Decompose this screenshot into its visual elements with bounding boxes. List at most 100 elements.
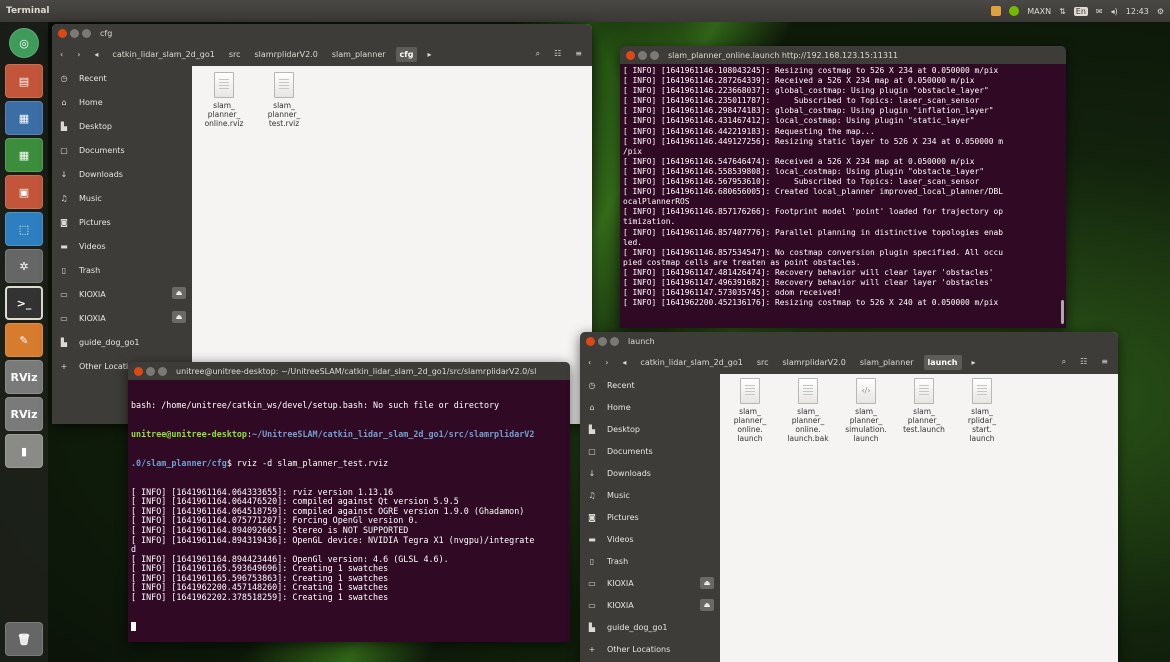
eject-icon[interactable]: ⏏ (172, 287, 186, 299)
keyboard-layout[interactable]: En (1073, 6, 1088, 16)
crumb-current[interactable]: cfg (395, 46, 418, 62)
sidebar-item-kioxia-2[interactable]: ▭ KIOXIA ⏏ (580, 594, 720, 616)
eject-icon[interactable]: ⏏ (700, 577, 714, 589)
file-item[interactable]: ‹/› slam_ planner_ simulation. launch (842, 378, 890, 443)
clock[interactable]: 12:43 (1126, 7, 1149, 16)
file-item[interactable]: slam_ planner_ test.launch (900, 378, 948, 443)
crumb[interactable]: src (225, 47, 245, 62)
sidebar-item-documents[interactable]: ▢ Documents (580, 440, 720, 462)
sidebar-item-music[interactable]: ♫ Music (580, 484, 720, 506)
mail-icon[interactable]: ✉ (1096, 7, 1103, 16)
back-arrow-icon[interactable]: ‹ (584, 358, 595, 367)
sidebar-item-videos[interactable]: ▬ Videos (52, 234, 192, 258)
view-options-icon[interactable]: ☷ (1080, 357, 1087, 367)
text-editor-icon[interactable]: ✎ (5, 323, 43, 357)
eject-icon[interactable]: ⏏ (172, 311, 186, 323)
minimize-button[interactable] (598, 336, 607, 346)
terminal-output[interactable]: bash: /home/unitree/catkin_ws/devel/setu… (128, 380, 570, 642)
maximize-button[interactable] (650, 50, 659, 60)
crumb-current[interactable]: launch (923, 354, 962, 370)
sidebar-item-guide-dog[interactable]: ▙ guide_dog_go1 (52, 330, 192, 354)
titlebar[interactable]: slam_planner_online.launch http://192.16… (620, 46, 1066, 64)
crumb[interactable]: slamrplidarV2.0 (251, 47, 322, 62)
impress-icon[interactable]: ▣ (5, 175, 43, 209)
close-button[interactable] (58, 28, 67, 38)
maximize-button[interactable] (82, 28, 91, 38)
file-item[interactable]: slam_ planner_ online.rviz (200, 72, 248, 128)
usb-drive-icon[interactable]: ▮ (5, 434, 43, 468)
terminal-icon[interactable]: >_ (5, 286, 43, 320)
sidebar-item-music[interactable]: ♫ Music (52, 186, 192, 210)
sidebar-item-trash[interactable]: ▯ Trash (580, 550, 720, 572)
file-item[interactable]: slam_ planner_ online. launch.bak (784, 378, 832, 443)
dash-icon[interactable]: ◎ (9, 28, 39, 58)
sidebar-item-videos[interactable]: ▬ Videos (580, 528, 720, 550)
sidebar-item-desktop[interactable]: ▙ Desktop (580, 418, 720, 440)
sidebar-item-recent[interactable]: ◷ Recent (580, 374, 720, 396)
titlebar[interactable]: cfg (52, 24, 592, 42)
sidebar-item-kioxia[interactable]: ▭ KIOXIA ⏏ (52, 282, 192, 306)
crumb[interactable]: slamrplidarV2.0 (779, 355, 850, 370)
system-settings-icon[interactable]: ✲ (5, 249, 43, 283)
settings-gear-icon[interactable]: ⚙ (1157, 7, 1164, 16)
rviz-icon[interactable]: RViz (5, 360, 43, 394)
sidebar-item-recent[interactable]: ◷ Recent (52, 66, 192, 90)
back-arrow-icon[interactable]: ‹ (56, 50, 67, 59)
software-center-icon[interactable]: ⬚ (5, 212, 43, 246)
calc-icon[interactable]: ▦ (5, 138, 43, 172)
close-button[interactable] (134, 366, 143, 376)
sidebar-item-downloads[interactable]: ↓ Downloads (52, 162, 192, 186)
crumb[interactable]: slam_planner (328, 47, 390, 62)
sidebar-item-pictures[interactable]: ◙ Pictures (52, 210, 192, 234)
network-icon[interactable]: ⇅ (1059, 7, 1066, 16)
file-item[interactable]: slam_ planner_ test.rviz (260, 72, 308, 128)
search-icon[interactable]: ⌕ (536, 49, 540, 59)
close-button[interactable] (586, 336, 595, 346)
minimize-button[interactable] (70, 28, 79, 38)
trash-icon[interactable]: 🗑 (5, 622, 43, 656)
crumb[interactable]: slam_planner (856, 355, 918, 370)
rviz-icon-2[interactable]: RViz (5, 397, 43, 431)
sidebar-item-trash[interactable]: ▯ Trash (52, 258, 192, 282)
path-right-arrow-icon[interactable]: ▸ (968, 358, 980, 367)
files-icon[interactable]: ▤ (5, 64, 43, 98)
titlebar[interactable]: unitree@unitree-desktop: ~/UnitreeSLAM/c… (128, 362, 570, 380)
view-options-icon[interactable]: ☷ (554, 49, 561, 59)
sidebar-item-home[interactable]: ⌂ Home (52, 90, 192, 114)
scrollbar[interactable] (1061, 300, 1064, 324)
path-right-arrow-icon[interactable]: ▸ (423, 50, 435, 59)
volume-icon[interactable]: ◂) (1111, 7, 1118, 16)
crumb[interactable]: src (753, 355, 773, 370)
file-item[interactable]: slam_ rplidar_ start. launch (958, 378, 1006, 443)
sidebar-item-guide-dog[interactable]: ▙ guide_dog_go1 (580, 616, 720, 638)
menu-icon[interactable]: ≡ (575, 49, 582, 59)
sidebar-item-kioxia[interactable]: ▭ KIOXIA ⏏ (580, 572, 720, 594)
writer-icon[interactable]: ▦ (5, 101, 43, 135)
minimize-button[interactable] (638, 50, 647, 60)
file-item[interactable]: slam_ planner_ online. launch (726, 378, 774, 443)
path-left-arrow-icon[interactable]: ◂ (618, 358, 630, 367)
crumb[interactable]: catkin_lidar_slam_2d_go1 (636, 355, 746, 370)
sidebar-item-documents[interactable]: ▢ Documents (52, 138, 192, 162)
close-button[interactable] (626, 50, 635, 60)
titlebar[interactable]: launch (580, 332, 1118, 350)
nvidia-icon[interactable] (1009, 6, 1020, 16)
sidebar-item-pictures[interactable]: ◙ Pictures (580, 506, 720, 528)
folder-icon[interactable] (991, 6, 1002, 16)
sidebar-item-other-locations[interactable]: + Other Locations (580, 638, 720, 660)
path-left-arrow-icon[interactable]: ◂ (90, 50, 102, 59)
forward-arrow-icon[interactable]: › (601, 358, 612, 367)
eject-icon[interactable]: ⏏ (700, 599, 714, 611)
menu-icon[interactable]: ≡ (1101, 357, 1108, 367)
sidebar-item-downloads[interactable]: ↓ Downloads (580, 462, 720, 484)
sidebar-item-kioxia-2[interactable]: ▭ KIOXIA ⏏ (52, 306, 192, 330)
forward-arrow-icon[interactable]: › (73, 50, 84, 59)
crumb[interactable]: catkin_lidar_slam_2d_go1 (108, 47, 218, 62)
maximize-button[interactable] (158, 366, 167, 376)
sidebar-item-home[interactable]: ⌂ Home (580, 396, 720, 418)
search-icon[interactable]: ⌕ (1062, 357, 1066, 367)
minimize-button[interactable] (146, 366, 155, 376)
power-mode-label[interactable]: MAXN (1027, 7, 1051, 16)
terminal-output[interactable]: [ INFO] [1641961146.108043245]: Resizing… (620, 64, 1066, 310)
sidebar-item-desktop[interactable]: ▙ Desktop (52, 114, 192, 138)
